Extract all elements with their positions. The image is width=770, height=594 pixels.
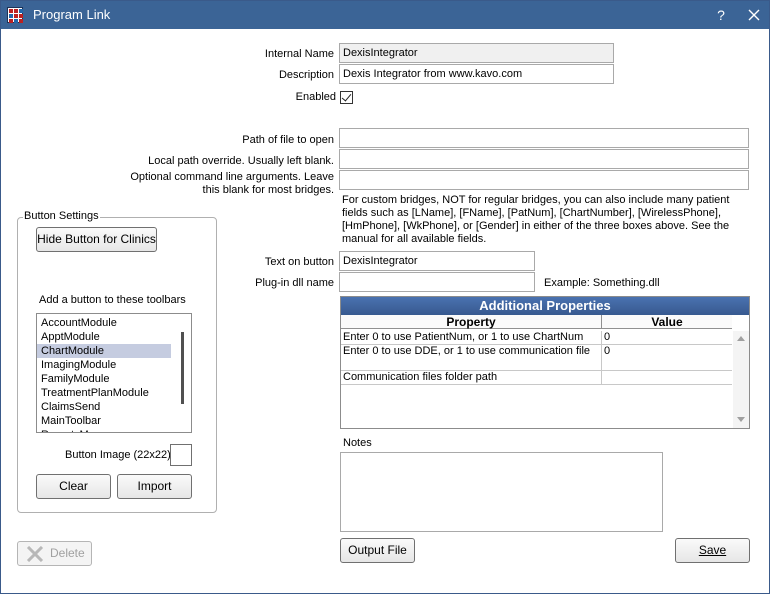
save-button[interactable]: Save (675, 538, 750, 563)
toolbars-scrollbar[interactable] (175, 314, 191, 432)
text-on-button-field[interactable]: DexisIntegrator (339, 251, 535, 271)
hide-button-for-clinics[interactable]: Hide Button for Clinics (36, 227, 157, 252)
value-column-header[interactable]: Value (601, 315, 732, 329)
cmd-args-field[interactable] (339, 170, 749, 190)
help-button[interactable]: ? (711, 5, 731, 25)
list-item[interactable]: MainToolbar (37, 414, 171, 428)
delete-x-icon (26, 546, 44, 562)
grid-title: Additional Properties (341, 297, 749, 315)
local-path-label: Local path override. Usually left blank. (148, 155, 334, 167)
button-image-preview (170, 444, 192, 466)
button-image-label: Button Image (22x22) (65, 449, 171, 461)
local-path-field[interactable] (339, 149, 749, 169)
property-column-header[interactable]: Property (341, 315, 601, 329)
text-on-button-label: Text on button (264, 256, 334, 268)
notes-textarea[interactable] (340, 452, 663, 532)
toolbars-listbox[interactable]: AccountModule ApptModule ChartModule Imagin… (36, 313, 192, 433)
list-item[interactable]: ImagingModule (37, 358, 171, 372)
program-link-window: Program Link ? Internal Name DexisIntegr… (0, 0, 770, 594)
button-settings-title: Button Settings (23, 210, 100, 222)
list-item[interactable]: ReportsMenu (37, 428, 171, 432)
plugin-dll-label: Plug-in dll name (255, 277, 334, 289)
value-cell[interactable]: 0 (601, 345, 732, 371)
grid-scrollbar[interactable] (733, 331, 749, 428)
value-cell[interactable] (601, 371, 732, 385)
property-cell[interactable]: Enter 0 to use PatientNum, or 1 to use C… (341, 331, 601, 345)
app-icon (7, 7, 23, 23)
plugin-dll-field[interactable] (339, 272, 535, 292)
description-label: Description (278, 69, 334, 81)
list-item[interactable]: ClaimsSend (37, 400, 171, 414)
scrollbar-thumb[interactable] (181, 332, 184, 404)
plugin-example: Example: Something.dll (544, 277, 660, 289)
import-button[interactable]: Import (117, 474, 192, 499)
list-item[interactable]: ApptModule (37, 330, 171, 344)
custom-bridge-note: For custom bridges, NOT for regular brid… (342, 194, 730, 245)
list-item[interactable]: AccountModule (37, 316, 171, 330)
close-button[interactable] (744, 5, 764, 25)
notes-label: Notes (343, 437, 372, 449)
list-item[interactable]: ChartModule (37, 344, 171, 358)
property-cell[interactable]: Communication files folder path (341, 371, 601, 385)
cmd-args-label: Optional command line arguments. Leave t… (130, 171, 334, 196)
close-icon (748, 9, 760, 21)
list-item[interactable]: FamilyModule (37, 372, 171, 386)
additional-properties-grid[interactable]: Additional Properties Property Value Ent… (340, 296, 750, 429)
path-label: Path of file to open (242, 134, 334, 146)
internal-name-label: Internal Name (264, 48, 334, 60)
scroll-up-icon[interactable] (733, 333, 749, 343)
delete-button[interactable]: Delete (17, 541, 92, 566)
property-cell[interactable]: Enter 0 to use DDE, or 1 to use communic… (341, 345, 601, 371)
clear-button[interactable]: Clear (36, 474, 111, 499)
internal-name-field[interactable]: DexisIntegrator (339, 43, 614, 63)
path-field[interactable] (339, 128, 749, 148)
title-bar[interactable]: Program Link ? (1, 1, 769, 29)
output-file-button[interactable]: Output File (340, 538, 415, 563)
toolbars-label: Add a button to these toolbars (39, 294, 186, 306)
description-field[interactable]: Dexis Integrator from www.kavo.com (339, 64, 614, 84)
enabled-checkbox[interactable] (340, 91, 353, 104)
window-title: Program Link (33, 7, 111, 22)
enabled-label: Enabled (295, 91, 336, 103)
delete-label: Delete (50, 546, 85, 560)
list-item[interactable]: TreatmentPlanModule (37, 386, 171, 400)
value-cell[interactable]: 0 (601, 331, 732, 345)
scroll-down-icon[interactable] (733, 415, 749, 425)
